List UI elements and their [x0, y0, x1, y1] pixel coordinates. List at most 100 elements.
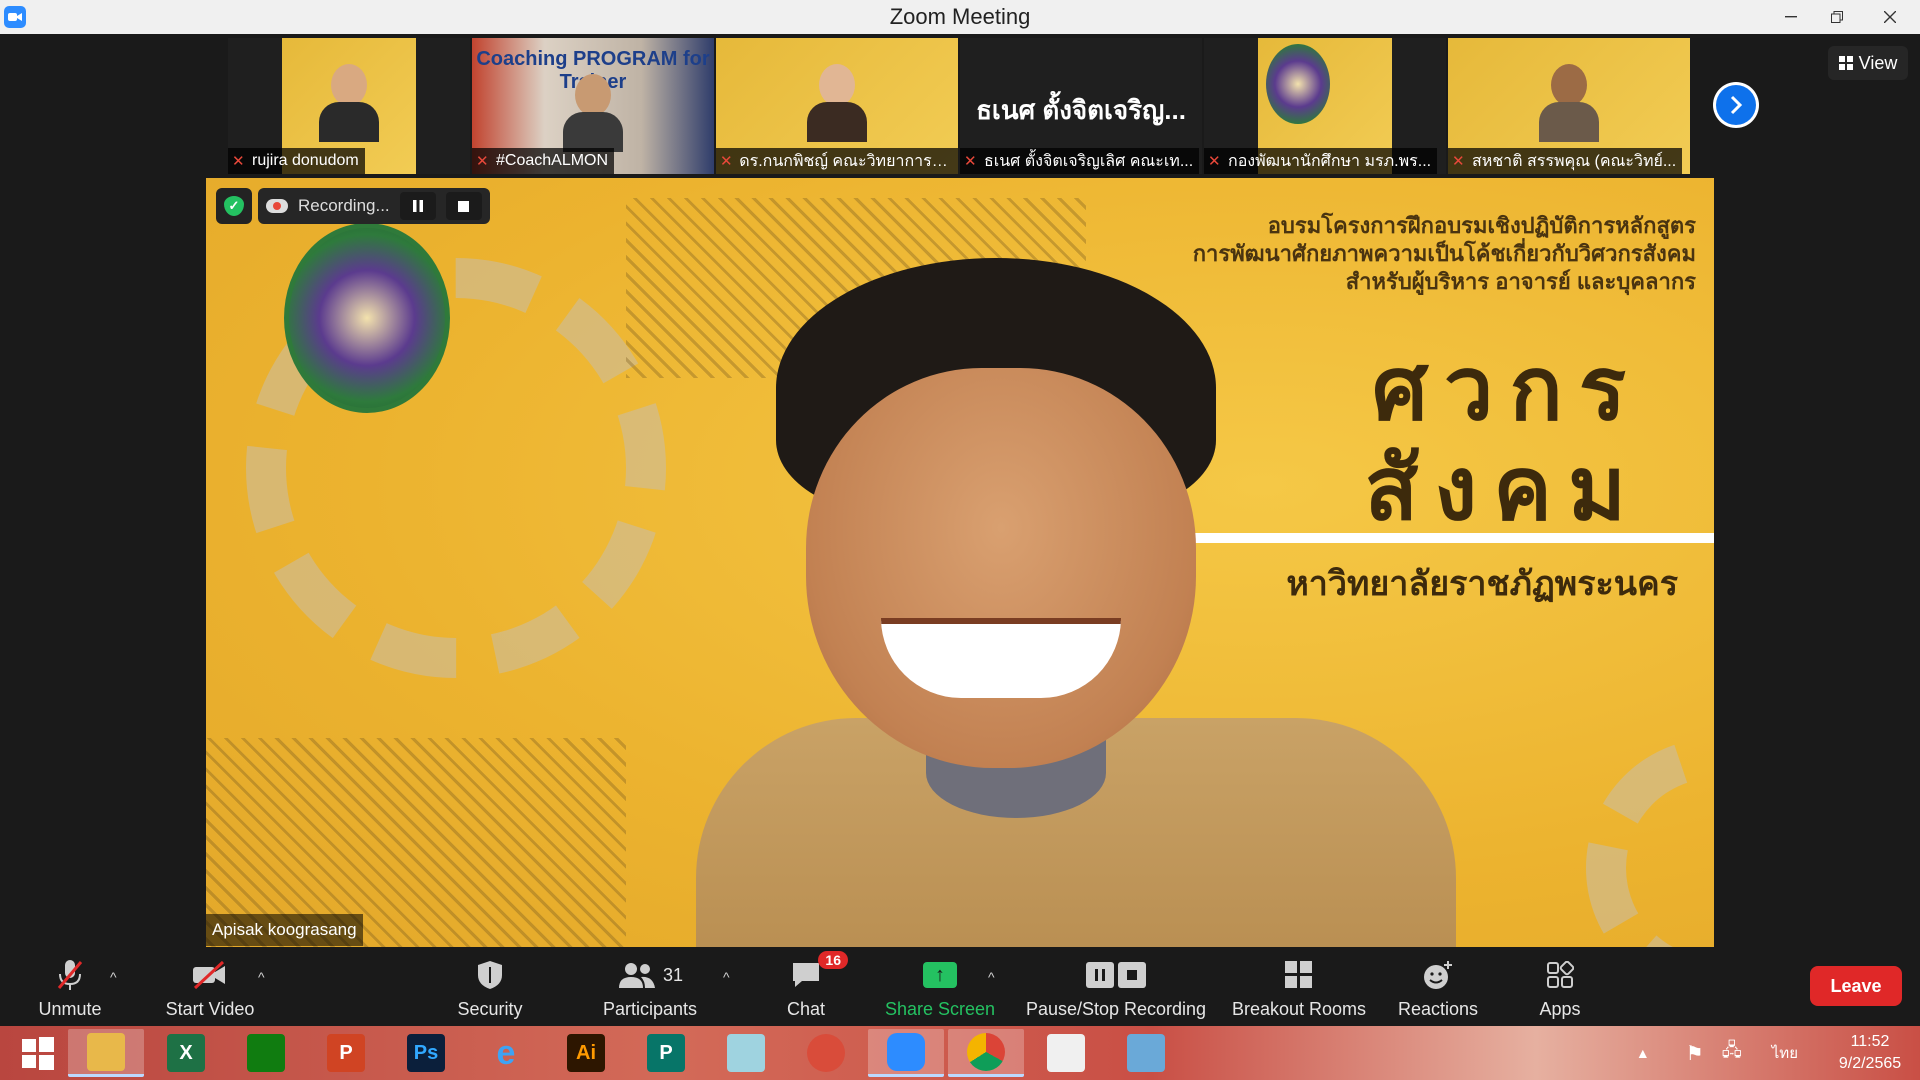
taskbar-app-remote[interactable] — [1108, 1029, 1184, 1077]
participant-tile[interactable]: ✕ สหชาติ สรรพคุณ (คณะวิทย์... — [1448, 38, 1690, 174]
breakout-rooms-button[interactable]: Breakout Rooms — [1228, 947, 1370, 1026]
taskbar-app-publisher[interactable]: P — [628, 1029, 704, 1077]
excel-icon: X — [167, 1034, 205, 1072]
participant-tile[interactable]: ✕ ดร.กนกพิชญ์ คณะวิทยาการจัด... — [716, 38, 958, 174]
taskbar-app-slides[interactable] — [1028, 1029, 1104, 1077]
taskbar-app-powerpoint[interactable]: P — [308, 1029, 384, 1077]
breakout-rooms-icon — [1284, 955, 1314, 995]
smiley-plus-icon — [1422, 955, 1454, 995]
taskbar-app-illustrator[interactable]: Ai — [548, 1029, 624, 1077]
next-page-button[interactable] — [1713, 82, 1759, 128]
restore-button[interactable] — [1814, 0, 1860, 34]
shield-icon — [476, 955, 504, 995]
pause-stop-icon — [1086, 955, 1146, 995]
taskbar-app-photoscape[interactable] — [788, 1029, 864, 1077]
remote-desktop-icon — [1127, 1034, 1165, 1072]
taskbar-app-excel[interactable]: X — [148, 1029, 224, 1077]
chat-button[interactable]: 16 Chat — [770, 947, 848, 1026]
taskbar-app-store[interactable] — [228, 1029, 304, 1077]
participant-big-name: ธเนศ ตั้งจิตเจริญ... — [976, 95, 1186, 125]
show-hidden-icons[interactable]: ▲ — [1636, 1045, 1650, 1061]
action-center-flag-icon[interactable]: ⚑ — [1686, 1041, 1704, 1066]
clock-date: 9/2/2565 — [1838, 1055, 1902, 1072]
start-button[interactable] — [0, 1029, 76, 1077]
mic-muted-icon: ✕ — [1452, 153, 1465, 170]
security-label: Security — [457, 999, 523, 1019]
participant-tile[interactable]: ธเนศ ตั้งจิตเจริญ... ✕ ธเนศ ตั้งจิตเจริญเ… — [960, 38, 1202, 174]
recording-label: Recording... — [298, 196, 390, 215]
participant-name-tag: ✕ ดร.กนกพิชญ์ คณะวิทยาการจัด... — [716, 148, 958, 174]
participant-name-tag: ✕ กองพัฒนานักศึกษา มรภ.พร... — [1204, 148, 1438, 174]
zoom-app-icon — [4, 6, 26, 28]
university-seal — [284, 223, 450, 413]
share-screen-button[interactable]: ↑ Share Screen — [880, 947, 1000, 1026]
audio-options-caret[interactable]: ^ — [110, 969, 117, 985]
taskbar-app-ie[interactable]: e — [468, 1029, 544, 1077]
speaker-name-tag: Apisak koograsang — [206, 914, 363, 946]
photoscape-icon — [807, 1034, 845, 1072]
participant-tile[interactable]: ✕ กองพัฒนานักศึกษา มรภ.พร... — [1204, 38, 1446, 174]
powerpoint-icon: P — [327, 1034, 365, 1072]
participant-name: กองพัฒนานักศึกษา มรภ.พร... — [1228, 152, 1432, 170]
banner-university: หาวิทยาลัยราชภัฏพระนคร — [1286, 565, 1678, 603]
minimize-button[interactable] — [1768, 0, 1814, 34]
mic-muted-icon: ✕ — [476, 153, 489, 170]
windows-taskbar: X P Ps e Ai P ▲ ⚑ 🖧 ไทย 11:52 9/2/2565 — [0, 1026, 1920, 1080]
unmute-button[interactable]: Unmute — [30, 947, 110, 1026]
participant-tile[interactable]: Coaching PROGRAM for Trainer ✕#CoachALMO… — [472, 38, 714, 174]
participant-name-tag: ✕ rujira donudom — [228, 148, 365, 174]
grid-icon — [1838, 56, 1853, 70]
participant-name: สหชาติ สรรพคุณ (คณะวิทย์... — [1472, 152, 1677, 170]
view-label: View — [1858, 52, 1898, 73]
taskbar-app-eraser[interactable] — [708, 1029, 784, 1077]
participants-count: 31 — [662, 964, 684, 985]
participant-name-tag: ✕ ธเนศ ตั้งจิตเจริญเลิศ คณะเท... — [960, 148, 1200, 174]
windows-icon — [22, 1037, 54, 1070]
pause-stop-recording-button[interactable]: Pause/Stop Recording — [1025, 947, 1207, 1026]
reactions-label: Reactions — [1397, 999, 1479, 1019]
pause-recording-button[interactable] — [399, 192, 436, 220]
network-icon[interactable]: 🖧 — [1722, 1038, 1742, 1068]
share-screen-icon: ↑ — [923, 955, 957, 995]
stop-recording-button[interactable] — [445, 192, 482, 220]
encryption-shield-icon[interactable]: ✓ — [216, 188, 252, 224]
share-options-caret[interactable]: ^ — [988, 969, 995, 985]
input-language[interactable]: ไทย — [1772, 1041, 1798, 1065]
taskbar-app-explorer[interactable] — [68, 1029, 144, 1077]
reactions-button[interactable]: Reactions — [1392, 947, 1484, 1026]
cloud-recording-icon — [266, 199, 288, 213]
mic-muted-icon: ✕ — [964, 153, 977, 170]
unmute-label: Unmute — [38, 999, 102, 1019]
mic-muted-icon: ✕ — [1208, 153, 1221, 170]
pause-stop-recording-label: Pause/Stop Recording — [1025, 999, 1207, 1019]
start-video-button[interactable]: Start Video — [160, 947, 260, 1026]
close-button[interactable] — [1860, 0, 1920, 34]
eraser-icon — [727, 1034, 765, 1072]
participants-button[interactable]: 31 Participants — [595, 947, 705, 1026]
illustrator-icon: Ai — [567, 1034, 605, 1072]
participant-name-tag: ✕ สหชาติ สรรพคุณ (คณะวิทย์... — [1448, 148, 1683, 174]
participant-tile[interactable]: ✕ rujira donudom — [228, 38, 470, 174]
participants-options-caret[interactable]: ^ — [723, 969, 730, 985]
video-options-caret[interactable]: ^ — [258, 969, 265, 985]
video-off-icon — [191, 955, 229, 995]
participant-name: #CoachALMON — [496, 152, 609, 169]
title-bar: Zoom Meeting — [0, 0, 1920, 34]
view-button[interactable]: View — [1828, 46, 1908, 80]
taskbar-app-photoshop[interactable]: Ps — [388, 1029, 464, 1077]
clock-time: 11:52 — [1850, 1033, 1890, 1050]
recording-indicator: ✓ Recording... — [216, 188, 490, 224]
folder-icon — [87, 1032, 125, 1071]
leave-button[interactable]: Leave — [1810, 966, 1902, 1006]
security-button[interactable]: Security — [450, 947, 530, 1026]
internet-explorer-icon: e — [496, 1033, 516, 1072]
taskbar-app-zoom[interactable] — [868, 1029, 944, 1077]
chat-badge: 16 — [818, 951, 848, 969]
meeting-toolbar: Unmute ^ Start Video ^ Security 31 Parti… — [0, 947, 1920, 1026]
apps-button[interactable]: Apps — [1520, 947, 1600, 1026]
store-icon — [247, 1034, 285, 1072]
active-speaker-video[interactable]: อบรมโครงการฝึกอบรมเชิงปฏิบัติการหลักสูตร… — [206, 178, 1714, 947]
start-video-label: Start Video — [165, 999, 255, 1019]
clock[interactable]: 11:52 9/2/2565 — [1820, 1031, 1920, 1075]
taskbar-app-chrome[interactable] — [948, 1029, 1024, 1077]
